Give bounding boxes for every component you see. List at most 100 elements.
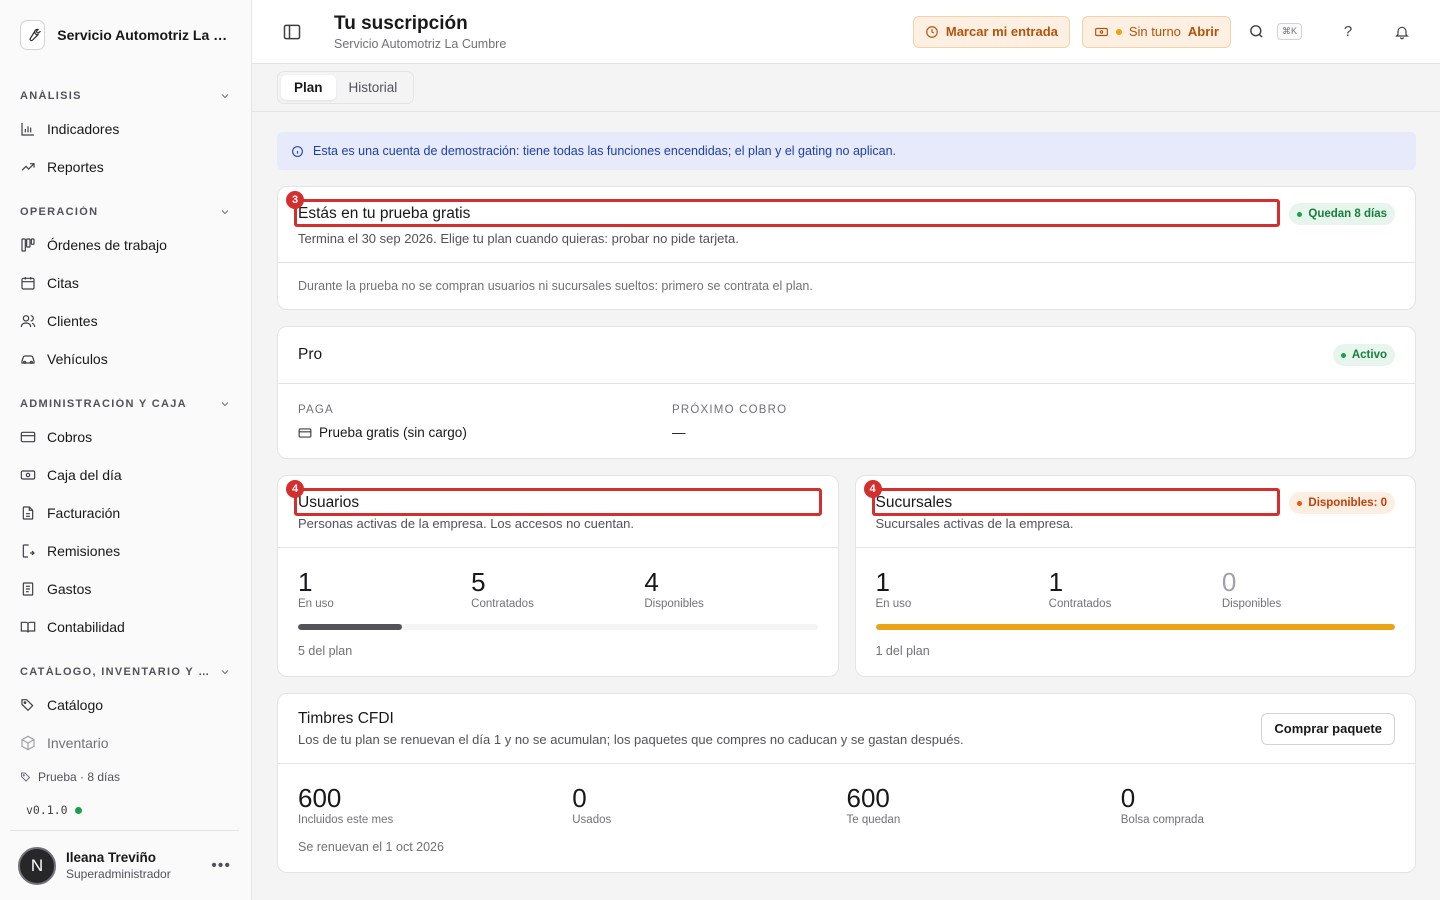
section-label: ANÁLISIS bbox=[20, 90, 82, 102]
sidebar-item-label: Inventario bbox=[47, 735, 109, 751]
sidebar-item-vehiculos[interactable]: Vehículos bbox=[0, 340, 251, 378]
tags-icon bbox=[21, 699, 34, 712]
sidebar-item-reportes[interactable]: Reportes bbox=[0, 148, 251, 186]
app-version: v0.1.0 bbox=[0, 792, 251, 828]
book-icon bbox=[20, 621, 36, 633]
section-label: OPERACIÓN bbox=[20, 206, 99, 218]
stat-label: Usados bbox=[572, 814, 612, 826]
sidebar-item-cobros[interactable]: Cobros bbox=[0, 418, 251, 456]
users-title: Usuarios bbox=[298, 494, 360, 511]
section-administracion[interactable]: ADMINISTRACIÓN Y CAJA bbox=[0, 390, 251, 418]
chevron-down-icon bbox=[221, 402, 229, 407]
search-icon bbox=[1250, 25, 1264, 38]
plan-name: Pro bbox=[298, 346, 323, 363]
trial-days-badge: Quedan 8 días bbox=[1289, 203, 1395, 225]
bell-icon bbox=[1395, 26, 1409, 39]
tabs-row: Plan Historial bbox=[252, 64, 1440, 112]
sidebar-item-ordenes[interactable]: Órdenes de trabajo bbox=[0, 226, 251, 264]
sidebar-item-facturacion[interactable]: Facturación bbox=[0, 494, 251, 532]
package-icon bbox=[21, 735, 35, 751]
help-button[interactable]: ? bbox=[1334, 18, 1362, 46]
stat-label: Incluidos este mes bbox=[298, 814, 394, 826]
sidebar-item-clientes[interactable]: Clientes bbox=[0, 302, 251, 340]
users-plan-note: 5 del plan bbox=[298, 644, 353, 658]
sidebar-item-label: Citas bbox=[47, 275, 79, 291]
branches-card: Sucursales Disponibles: 0 Sucursales act… bbox=[854, 475, 1416, 677]
user-menu[interactable]: N Ileana Treviño Superadministrador ••• bbox=[10, 830, 239, 900]
stat-available: 0 Disponibles bbox=[1222, 568, 1395, 610]
receipt-icon bbox=[22, 582, 34, 596]
trial-tag-label: Prueba · 8 días bbox=[38, 770, 121, 784]
next-charge-info: PRÓXIMO COBRO — bbox=[672, 404, 1046, 440]
brand-name: Servicio Automotriz La Cumbre bbox=[57, 27, 231, 43]
users-card: Usuarios Personas activas de la empresa.… bbox=[277, 475, 839, 677]
chevron-down-icon bbox=[221, 210, 229, 215]
user-role: Superadministrador bbox=[66, 867, 171, 881]
car-icon bbox=[21, 355, 35, 364]
main: Tu suscripción Servicio Automotriz La Cu… bbox=[252, 0, 1440, 900]
sidebar-item-catalogo[interactable]: Catálogo bbox=[0, 686, 251, 724]
stat-label: Contratados bbox=[471, 598, 534, 610]
pay-label: PAGA bbox=[298, 404, 334, 416]
sidebar-item-indicadores[interactable]: Indicadores bbox=[0, 110, 251, 148]
section-catalogo[interactable]: CATÁLOGO, INVENTARIO Y COMPRAS bbox=[0, 658, 251, 686]
sidebar: Servicio Automotriz La Cumbre ANÁLISIS I… bbox=[0, 0, 252, 900]
usage-cards: Usuarios Personas activas de la empresa.… bbox=[277, 475, 1416, 693]
content: Esta es una cuenta de demostración: tien… bbox=[252, 112, 1440, 900]
stat-in-use: 1 En uso bbox=[876, 568, 1049, 610]
info-icon bbox=[292, 145, 303, 157]
shift-open-label: Abrir bbox=[1187, 24, 1219, 39]
branches-available-badge: Disponibles: 0 bbox=[1289, 492, 1395, 514]
trend-icon bbox=[21, 163, 35, 171]
annotation-number: 4 bbox=[286, 480, 304, 498]
buy-package-button[interactable]: Comprar paquete bbox=[1261, 712, 1395, 745]
users-icon bbox=[20, 315, 36, 328]
sidebar-item-contabilidad[interactable]: Contabilidad bbox=[0, 608, 251, 646]
stat-bag: 0 Bolsa comprada bbox=[1121, 784, 1395, 826]
more-icon[interactable]: ••• bbox=[211, 857, 231, 875]
clock-icon bbox=[926, 25, 938, 38]
pay-value: Prueba gratis (sin cargo) bbox=[298, 425, 672, 440]
branches-stats: 1 En uso 1 Contratados 0 Disponibles bbox=[856, 548, 1416, 610]
chevron-down-icon bbox=[221, 670, 229, 675]
sidebar-item-caja[interactable]: Caja del día bbox=[0, 456, 251, 494]
calendar-icon bbox=[21, 277, 35, 290]
trial-card-body: Durante la prueba no se compran usuarios… bbox=[278, 263, 1415, 309]
brand[interactable]: Servicio Automotriz La Cumbre bbox=[0, 0, 251, 70]
kanban-icon bbox=[21, 238, 35, 252]
page-subtitle: Servicio Automotriz La Cumbre bbox=[334, 36, 507, 51]
credit-card-icon bbox=[20, 431, 36, 443]
check-in-button[interactable]: Marcar mi entrada bbox=[912, 15, 1070, 48]
sidebar-item-remisiones[interactable]: Remisiones bbox=[0, 532, 251, 570]
section-operacion[interactable]: OPERACIÓN bbox=[0, 198, 251, 226]
tab-historial[interactable]: Historial bbox=[336, 75, 411, 100]
credit-card-icon bbox=[298, 427, 312, 438]
shift-button[interactable]: Sin turno Abrir bbox=[1081, 15, 1231, 48]
section-analisis[interactable]: ANÁLISIS bbox=[0, 82, 251, 110]
next-charge-label: PRÓXIMO COBRO bbox=[672, 404, 788, 416]
stat-value: 1 bbox=[1048, 567, 1064, 597]
tab-plan[interactable]: Plan bbox=[281, 75, 336, 100]
sidebar-item-citas[interactable]: Citas bbox=[0, 264, 251, 302]
stat-label: Bolsa comprada bbox=[1120, 814, 1204, 826]
trial-title: Estás en tu prueba gratis bbox=[298, 205, 471, 222]
status-dot bbox=[74, 806, 82, 814]
trial-tag[interactable]: Prueba · 8 días bbox=[0, 762, 251, 792]
tag-icon bbox=[21, 772, 31, 782]
section-label: CATÁLOGO, INVENTARIO Y COMPRAS bbox=[20, 666, 215, 678]
sidebar-item-label: Remisiones bbox=[47, 543, 121, 559]
branches-plan-note: 1 del plan bbox=[875, 644, 930, 658]
sidebar-toggle-icon[interactable] bbox=[282, 22, 302, 42]
stat-label: Te quedan bbox=[846, 814, 901, 826]
sidebar-item-gastos[interactable]: Gastos bbox=[0, 570, 251, 608]
sidebar-item-inventario[interactable]: Inventario bbox=[0, 724, 251, 762]
stamps-title: Timbres CFDI bbox=[298, 710, 394, 727]
sidebar-item-label: Clientes bbox=[47, 313, 98, 329]
stat-contracted: 1 Contratados bbox=[1049, 568, 1222, 610]
plan-status-badge: Activo bbox=[1332, 344, 1395, 366]
wrench-icon bbox=[20, 20, 46, 50]
search-button[interactable] bbox=[1243, 18, 1271, 46]
notifications-button[interactable] bbox=[1388, 18, 1416, 46]
annotation-number: 3 bbox=[286, 191, 304, 209]
stat-value: 5 bbox=[471, 567, 486, 597]
